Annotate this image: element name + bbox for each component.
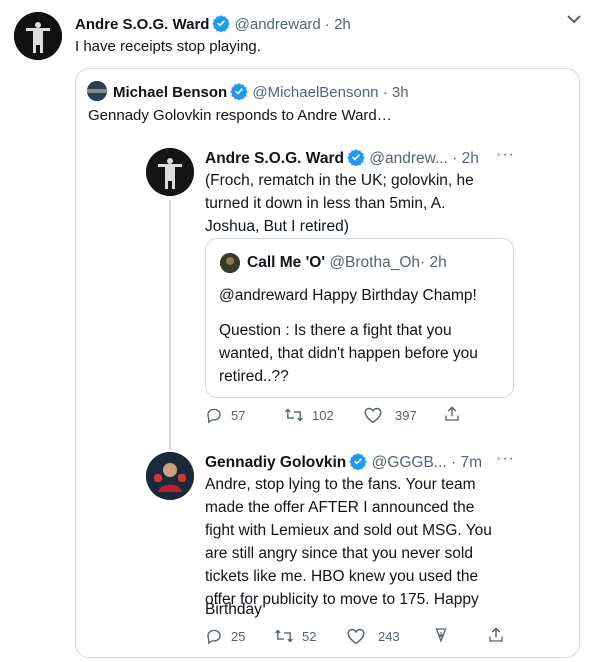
- reply-icon: [207, 408, 221, 424]
- tweet-text-line: made the offer AFTER I announced the: [205, 499, 475, 516]
- retweet-icon: [275, 629, 293, 643]
- more-options-button[interactable]: ···: [496, 450, 515, 468]
- avatar-photo-icon: [146, 452, 194, 500]
- tweet-text-line: turned it down in less than 5min, A.: [205, 195, 446, 212]
- more-options-icon[interactable]: [563, 8, 585, 30]
- tweet-text-line: Question : Is there a fight that you: [219, 322, 452, 339]
- reply-button[interactable]: 57: [205, 406, 245, 424]
- more-options-button[interactable]: ···: [496, 146, 515, 164]
- handle[interactable]: @GGGB...: [372, 454, 447, 471]
- handle[interactable]: @andrew...: [369, 150, 448, 167]
- tweet-text-line: Andre, stop lying to the fans. Your team: [205, 476, 476, 493]
- share-button[interactable]: [443, 405, 469, 423]
- tweet-text-line: @andreward Happy Birthday Champ!: [219, 287, 477, 304]
- share-icon: [489, 627, 503, 642]
- tweet-text-line: Birthday: [205, 601, 262, 618]
- retweet-count: 52: [302, 628, 317, 644]
- like-button[interactable]: 243: [346, 627, 400, 645]
- tweet-header: Andre S.O.G. Ward @andrew... · 2h: [205, 148, 479, 171]
- tweet-text: Gennady Golovkin responds to Andre Ward…: [88, 107, 392, 124]
- reply-button[interactable]: 25: [205, 627, 245, 645]
- handle[interactable]: @andreward: [235, 16, 321, 33]
- tweet-text-line: retired..??: [219, 368, 289, 385]
- retweet-icon: [285, 408, 303, 422]
- timestamp[interactable]: · 7m: [451, 454, 482, 471]
- tweet-text-line: are still angry since that you never sol…: [205, 545, 473, 562]
- avatar: [87, 81, 107, 101]
- avatar[interactable]: [14, 12, 62, 60]
- tweet-text-line: Joshua, But I retired): [205, 218, 349, 235]
- reply-count: 25: [231, 628, 246, 644]
- verified-badge-icon: [349, 452, 367, 475]
- verified-badge-icon: [347, 148, 365, 171]
- share-button[interactable]: [487, 626, 513, 644]
- heart-icon: [347, 628, 365, 645]
- timestamp[interactable]: · 2h: [452, 150, 479, 167]
- display-name: Call Me 'O': [247, 254, 325, 271]
- reply-count: 57: [231, 407, 246, 423]
- display-name[interactable]: Andre S.O.G. Ward: [75, 16, 209, 33]
- like-count: 397: [395, 407, 417, 423]
- tweet-text-line: wanted, that didn't happen before you: [219, 345, 478, 362]
- like-count: 243: [378, 628, 400, 644]
- quote-header: Michael Benson @MichaelBensonn · 3h: [113, 82, 409, 104]
- like-button[interactable]: 397: [363, 406, 417, 424]
- timestamp: · 2h: [420, 254, 447, 271]
- avatar-image-icon: [220, 253, 240, 273]
- retweet-count: 102: [312, 407, 334, 423]
- retweet-button[interactable]: 52: [274, 627, 316, 645]
- avatar: [220, 253, 240, 273]
- tip-jar-icon: [435, 628, 447, 643]
- tweet-header: Gennadiy Golovkin @GGGB... · 7m: [205, 452, 482, 475]
- reply-icon: [207, 629, 221, 645]
- quote-header: Call Me 'O' @Brotha_Oh· 2h: [247, 254, 447, 272]
- tweet-text-line: (Froch, rematch in the UK; golovkin, he: [205, 172, 474, 189]
- timestamp: · 3h: [382, 84, 409, 101]
- handle: @Brotha_Oh: [329, 254, 421, 271]
- avatar[interactable]: [146, 148, 194, 196]
- display-name: Michael Benson: [113, 84, 228, 101]
- tweet-text-line: tickets like me. HBO knew you used the: [205, 568, 479, 585]
- tweet-text-line: fight with Lemieux and sold out MSG. You: [205, 522, 492, 539]
- share-icon: [445, 406, 459, 421]
- tweet-header: Andre S.O.G. Ward @andreward · 2h: [75, 14, 351, 36]
- retweet-button[interactable]: 102: [284, 406, 334, 424]
- heart-icon: [364, 407, 382, 424]
- display-name[interactable]: Andre S.O.G. Ward: [205, 150, 344, 167]
- verified-badge-icon: [230, 82, 248, 104]
- tip-button[interactable]: [432, 626, 458, 644]
- avatar-image-icon: [87, 81, 107, 101]
- timestamp[interactable]: · 2h: [325, 16, 351, 33]
- avatar-silhouette-icon: [14, 12, 62, 60]
- tweet-text: I have receipts stop playing.: [75, 38, 261, 55]
- avatar-silhouette-icon: [146, 148, 194, 196]
- handle: @MichaelBensonn: [252, 84, 379, 101]
- avatar[interactable]: [146, 452, 194, 500]
- display-name[interactable]: Gennadiy Golovkin: [205, 454, 346, 471]
- verified-badge-icon: [212, 14, 231, 36]
- thread-connector-line: [169, 200, 171, 450]
